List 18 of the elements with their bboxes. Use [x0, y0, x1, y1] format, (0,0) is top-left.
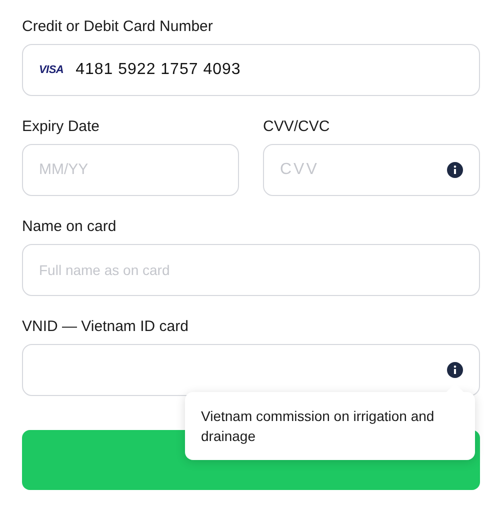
field-label: VNID — Vietnam ID card	[22, 317, 190, 337]
expiry-field[interactable]: MM/YY	[22, 144, 239, 196]
field-label: Expiry Date	[22, 117, 101, 137]
info-icon[interactable]	[447, 162, 463, 178]
vnid-field[interactable]	[22, 344, 480, 396]
field-label: CVV/CVC	[263, 117, 331, 137]
card-number-field[interactable]: VISA 4181 5922 1757 4093	[22, 44, 480, 96]
placeholder: MM/YY	[39, 160, 88, 180]
placeholder: CVV	[280, 160, 320, 180]
info-icon[interactable]	[447, 362, 463, 378]
cvv-field[interactable]: CVV	[263, 144, 480, 196]
card-brand-logo: VISA	[39, 62, 64, 78]
tooltip-text: Vietnam commission on irrigation and drainage	[201, 407, 436, 446]
placeholder: Full name as on card	[39, 260, 170, 280]
field-label: Credit or Debit Card Number	[22, 17, 214, 37]
card-number-value: 4181 5922 1757 4093	[76, 60, 241, 80]
field-label: Name on card	[22, 217, 118, 237]
name-field[interactable]: Full name as on card	[22, 244, 480, 296]
